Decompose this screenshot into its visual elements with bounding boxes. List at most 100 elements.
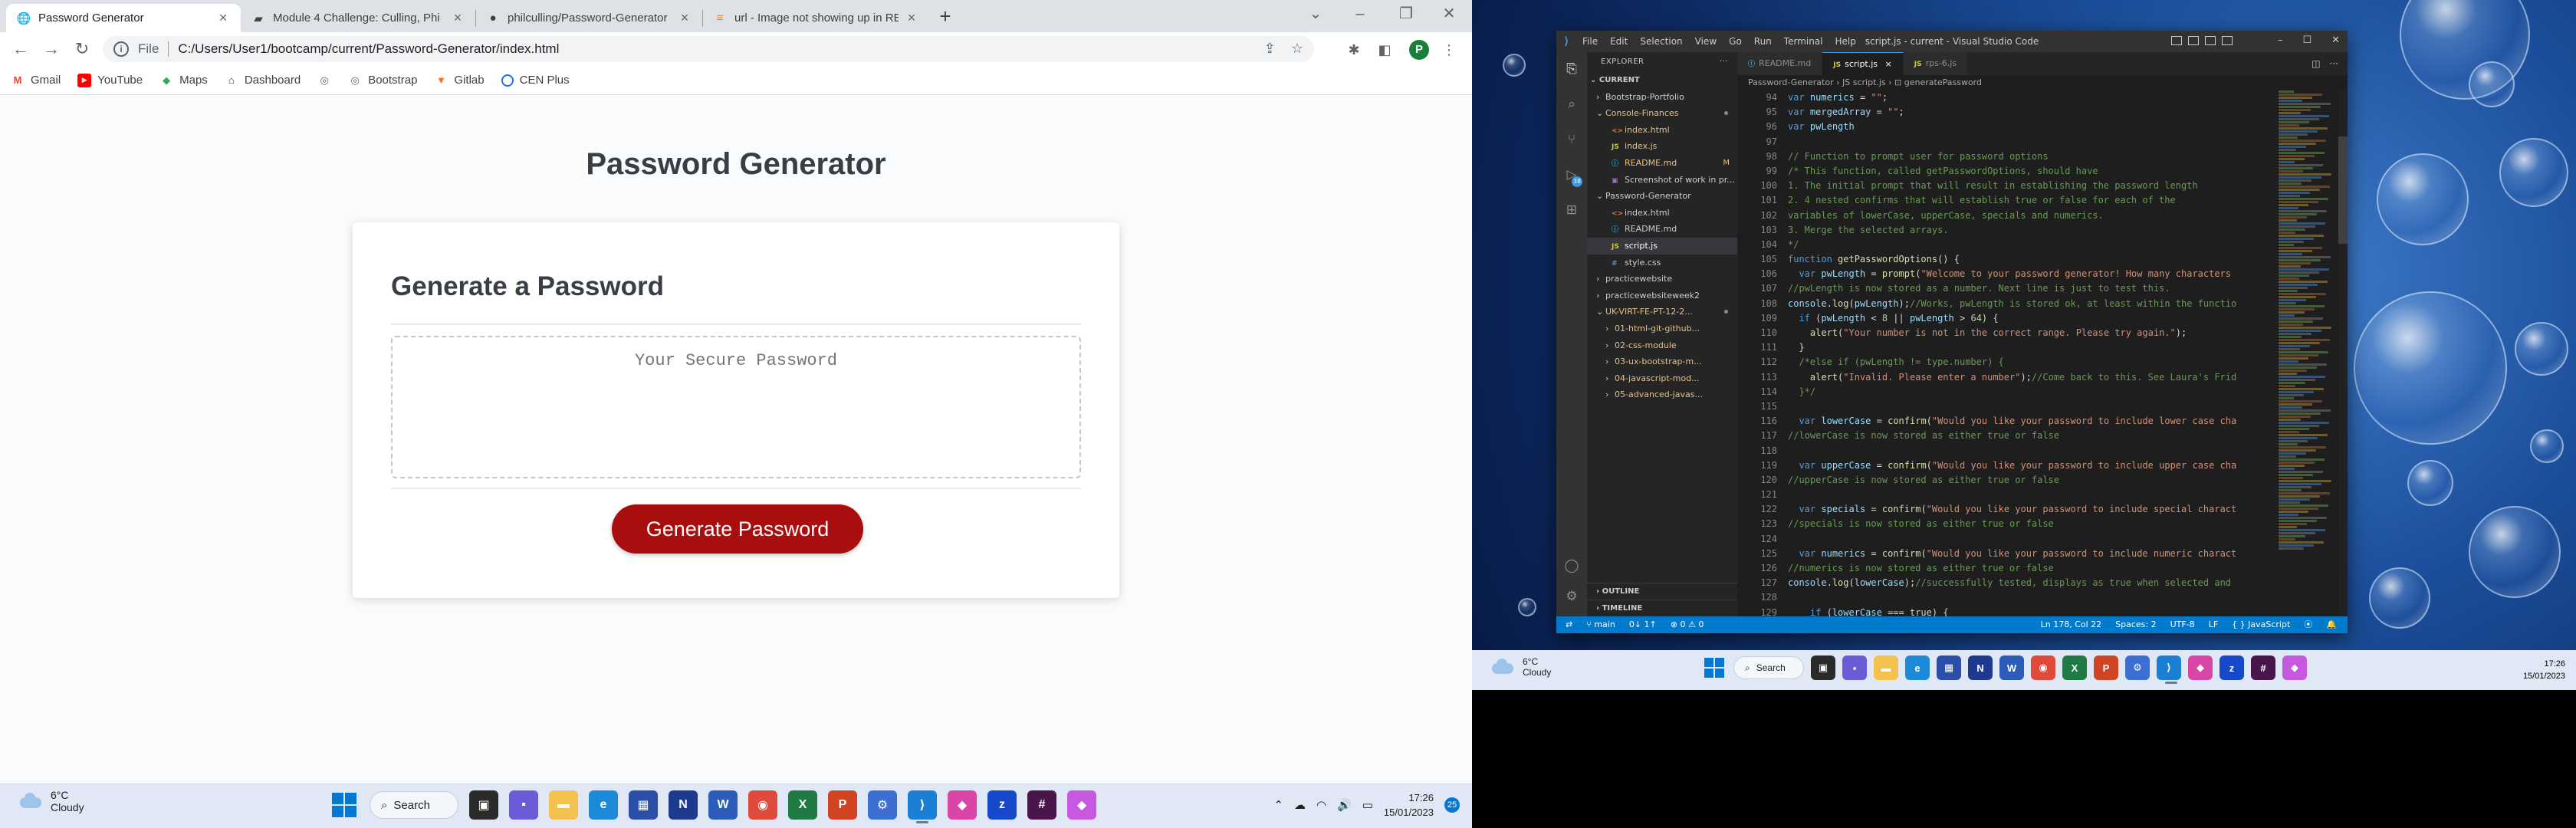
profile-avatar[interactable]: P (1409, 40, 1429, 60)
branch-indicator[interactable]: ⑂ main (1586, 616, 1615, 633)
tree-file[interactable]: ⓘ README.md (1587, 221, 1737, 238)
generate-password-button[interactable]: Generate Password (612, 504, 863, 554)
tab-search-button[interactable]: ⌄ (1294, 0, 1337, 29)
vscode-icon[interactable]: ⟩ (908, 790, 937, 823)
excel-icon[interactable]: X (788, 790, 817, 820)
close-icon[interactable]: × (216, 10, 230, 26)
menu-run[interactable]: Run (1754, 36, 1772, 47)
volume-icon[interactable]: 🔊 (1337, 798, 1352, 812)
run-debug-icon[interactable]: ▷ (1564, 167, 1579, 182)
menu-terminal[interactable]: Terminal (1784, 36, 1823, 47)
teams-icon[interactable]: ▪ (509, 790, 538, 820)
more-actions-icon[interactable]: ··· (1720, 52, 1728, 72)
code-line[interactable]: 125 var numerics = confirm("Would you li… (1737, 547, 2274, 561)
tree-folder[interactable]: ⌄ Password-Generator (1587, 188, 1737, 205)
code-line[interactable]: 102 variables of lowerCase, upperCase, sp… (1737, 209, 2274, 223)
tab-module-4-challenge[interactable]: ▰ Module 4 Challenge: Culling, Phi × (241, 4, 475, 32)
tree-folder[interactable]: ⌄ UK-VIRT-FE-PT-12-2... (1587, 304, 1737, 320)
password-output[interactable] (391, 336, 1081, 478)
vscode-icon[interactable]: ⟩ (2157, 656, 2181, 684)
language-mode[interactable]: { } JavaScript (2232, 616, 2290, 633)
start-button[interactable] (1702, 656, 1727, 680)
timeline-section[interactable]: › TIMELINE (1587, 600, 1737, 616)
bookmark-globe[interactable]: ◎ (317, 74, 331, 87)
code-line[interactable]: 96 var pwLength (1737, 120, 2274, 134)
powerpoint-icon[interactable]: P (828, 790, 857, 820)
code-line[interactable]: 119 var upperCase = confirm("Would you l… (1737, 458, 2274, 473)
tree-file[interactable]: JS index.js (1587, 138, 1737, 155)
taskbar-search[interactable]: ⌕ Search (1733, 656, 1804, 679)
tree-file[interactable]: ▣ Screenshot of work in pr... (1587, 172, 1737, 189)
code-line[interactable]: 108 console.log(pwLength);//Works, pwLeng… (1737, 297, 2274, 311)
chevron-up-icon[interactable]: ⌃ (1273, 798, 1283, 812)
code-line[interactable]: 117 //lowerCase is now stored as either t… (1737, 429, 2274, 443)
code-line[interactable]: 129 if (lowerCase === true) { (1737, 606, 2274, 616)
code-line[interactable]: 98 // Function to prompt user for passwor… (1737, 150, 2274, 164)
word-icon[interactable]: W (1999, 656, 2024, 680)
weather-widget[interactable]: 6°C Cloudy (1487, 656, 1551, 678)
code-line[interactable]: 121 (1737, 488, 2274, 502)
chrome-icon[interactable]: ◉ (748, 790, 777, 820)
code-line[interactable]: 111 } (1737, 340, 2274, 355)
code-line[interactable]: 104 */ (1737, 238, 2274, 252)
file-explorer-icon[interactable]: ▬ (549, 790, 578, 820)
explorer-icon[interactable]: ⎘ (1564, 61, 1579, 77)
bookmark-youtube[interactable]: ▶ YouTube (77, 73, 143, 87)
code-line[interactable]: 126 //numerics is now stored as either tr… (1737, 561, 2274, 576)
close-window-button[interactable]: ✕ (2331, 34, 2340, 46)
figma-like-icon[interactable]: ◆ (948, 790, 977, 820)
slack-icon[interactable]: # (2251, 656, 2275, 680)
code-line[interactable]: 122 var specials = confirm("Would you li… (1737, 502, 2274, 517)
menu-help[interactable]: Help (1835, 36, 1856, 47)
tree-folder[interactable]: › practicewebsiteweek2 (1587, 288, 1737, 304)
tree-file[interactable]: <> index.html (1587, 122, 1737, 139)
more-actions-icon[interactable]: ··· (2330, 58, 2338, 69)
kebab-menu-icon[interactable]: ⋮ (1438, 39, 1460, 61)
account-icon[interactable]: ◯ (1564, 558, 1579, 573)
remote-indicator-icon[interactable]: ⇄ (1566, 616, 1572, 633)
tree-folder[interactable]: › 02-css-module (1587, 337, 1737, 354)
close-icon[interactable]: × (905, 10, 918, 26)
app-n-icon[interactable]: N (1968, 656, 1993, 680)
menu-edit[interactable]: Edit (1610, 36, 1628, 47)
tab-password-generator[interactable]: 🌐 Password Generator × (6, 4, 241, 32)
code-line[interactable]: 107 //pwLength is now stored as a number.… (1737, 281, 2274, 296)
edge-icon[interactable]: e (589, 790, 618, 820)
extensions-icon[interactable]: ⊞ (1564, 202, 1579, 218)
task-view-icon[interactable]: ▣ (1811, 656, 1835, 680)
info-icon[interactable]: i (113, 41, 129, 57)
close-window-button[interactable]: ✕ (1428, 0, 1470, 29)
weather-widget[interactable]: 6°C Cloudy (15, 789, 84, 813)
onedrive-icon[interactable]: ☁ (1294, 798, 1306, 812)
encoding[interactable]: UTF-8 (2170, 616, 2195, 633)
toggle-secondary-sidebar-icon[interactable] (2205, 36, 2216, 45)
wifi-icon[interactable]: ◠ (1316, 798, 1326, 812)
bookmark-gitlab[interactable]: ▼ Gitlab (434, 74, 485, 87)
tree-folder[interactable]: › 04-javascript-mod... (1587, 370, 1737, 387)
taskbar-search[interactable]: ⌕ Search (370, 791, 458, 819)
code-line[interactable]: 128 (1737, 590, 2274, 605)
app-diamond-icon[interactable]: ◆ (1067, 790, 1096, 820)
problems-indicator[interactable]: ⊗ 0 ⚠ 0 (1671, 616, 1704, 633)
menu-go[interactable]: Go (1729, 36, 1742, 47)
minimize-button[interactable]: – (1339, 0, 1382, 29)
battery-icon[interactable]: ▭ (1362, 798, 1373, 812)
code-line[interactable]: 127 console.log(lowerCase);//successfully… (1737, 576, 2274, 590)
file-explorer-icon[interactable]: ▬ (1874, 656, 1898, 680)
restore-button[interactable]: ❐ (1385, 0, 1428, 29)
code-line[interactable]: 106 var pwLength = prompt("Welcome to yo… (1737, 267, 2274, 281)
code-line[interactable]: 118 (1737, 444, 2274, 458)
tree-folder[interactable]: › Bootstrap-Portfolio (1587, 89, 1737, 106)
url-text[interactable]: C:/Users/User1/bootcamp/current/Password… (178, 41, 559, 57)
tab-rps-js[interactable]: JS rps-6.js (1903, 52, 1969, 75)
code-line[interactable]: 101 2. 4 nested confirms that will establ… (1737, 193, 2274, 208)
minimize-button[interactable]: – (2278, 34, 2283, 46)
minimap[interactable] (2279, 90, 2337, 616)
close-icon[interactable]: × (451, 10, 465, 26)
code-line[interactable]: 94 var numerics = ""; (1737, 90, 2274, 105)
sync-indicator[interactable]: 0↓ 1↑ (1629, 616, 1657, 633)
cursor-position[interactable]: Ln 178, Col 22 (2041, 616, 2102, 633)
scrollbar-thumb[interactable] (2338, 136, 2348, 244)
bookmark-star-icon[interactable]: ☆ (1291, 41, 1303, 57)
code-line[interactable]: 114 }*/ (1737, 385, 2274, 399)
